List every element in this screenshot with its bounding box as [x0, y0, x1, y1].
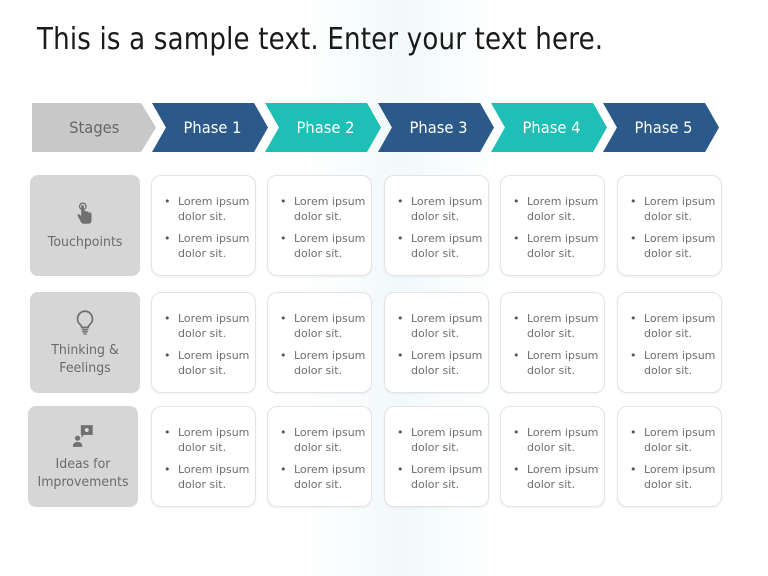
bullet-list: Lorem ipsum dolor sit. Lorem ipsum dolor … — [513, 194, 607, 268]
row-label: Touchpoints — [47, 233, 123, 250]
bullet-list: Lorem ipsum dolor sit. Lorem ipsum dolor … — [164, 194, 258, 268]
bullet-list: Lorem ipsum dolor sit. Lorem ipsum dolor … — [630, 311, 724, 385]
phase-label: Phase 3 — [409, 118, 468, 137]
phase-label: Phase 2 — [296, 118, 355, 137]
bullet-item: Lorem ipsum dolor sit. — [397, 425, 491, 455]
phase-label: Phase 5 — [634, 118, 693, 137]
content-cell: Lorem ipsum dolor sit. Lorem ipsum dolor … — [617, 292, 722, 393]
bullet-item: Lorem ipsum dolor sit. — [164, 462, 258, 492]
bullet-item: Lorem ipsum dolor sit. — [630, 231, 724, 261]
lightbulb-icon — [76, 309, 94, 335]
row-header-thinking-feelings: Thinking & Feelings — [30, 292, 140, 393]
content-cell: Lorem ipsum dolor sit. Lorem ipsum dolor … — [267, 175, 372, 276]
stages-label: Stages — [68, 118, 120, 137]
bullet-item: Lorem ipsum dolor sit. — [280, 311, 374, 341]
bullet-item: Lorem ipsum dolor sit. — [164, 425, 258, 455]
content-cell: Lorem ipsum dolor sit. Lorem ipsum dolor … — [151, 406, 256, 507]
phase-4-header: Phase 4 — [491, 103, 607, 152]
content-cell: Lorem ipsum dolor sit. Lorem ipsum dolor … — [500, 292, 605, 393]
bullet-item: Lorem ipsum dolor sit. — [397, 194, 491, 224]
bullet-list: Lorem ipsum dolor sit. Lorem ipsum dolor … — [630, 425, 724, 499]
bullet-item: Lorem ipsum dolor sit. — [164, 311, 258, 341]
bullet-list: Lorem ipsum dolor sit. Lorem ipsum dolor … — [280, 425, 374, 499]
content-cell: Lorem ipsum dolor sit. Lorem ipsum dolor … — [617, 406, 722, 507]
bullet-list: Lorem ipsum dolor sit. Lorem ipsum dolor … — [164, 311, 258, 385]
phase-label: Phase 4 — [522, 118, 581, 137]
phase-5-header: Phase 5 — [603, 103, 719, 152]
content-cell: Lorem ipsum dolor sit. Lorem ipsum dolor … — [384, 175, 489, 276]
bullet-list: Lorem ipsum dolor sit. Lorem ipsum dolor … — [630, 194, 724, 268]
bullet-item: Lorem ipsum dolor sit. — [630, 311, 724, 341]
content-cell: Lorem ipsum dolor sit. Lorem ipsum dolor … — [384, 406, 489, 507]
bullet-item: Lorem ipsum dolor sit. — [397, 231, 491, 261]
bullet-list: Lorem ipsum dolor sit. Lorem ipsum dolor … — [397, 425, 491, 499]
touch-hand-icon — [77, 202, 92, 224]
row-header-ideas-improvements: Ideas for Improvements — [28, 406, 138, 507]
bullet-item: Lorem ipsum dolor sit. — [630, 462, 724, 492]
bullet-item: Lorem ipsum dolor sit. — [630, 348, 724, 378]
person-idea-icon — [72, 424, 93, 447]
slide-title: This is a sample text. Enter your text h… — [37, 22, 604, 57]
bullet-item: Lorem ipsum dolor sit. — [280, 348, 374, 378]
phase-2-header: Phase 2 — [265, 103, 381, 152]
content-cell: Lorem ipsum dolor sit. Lorem ipsum dolor … — [267, 406, 372, 507]
bullet-list: Lorem ipsum dolor sit. Lorem ipsum dolor … — [397, 194, 491, 268]
content-cell: Lorem ipsum dolor sit. Lorem ipsum dolor … — [151, 175, 256, 276]
bullet-item: Lorem ipsum dolor sit. — [630, 425, 724, 455]
bullet-item: Lorem ipsum dolor sit. — [164, 194, 258, 224]
row-header-touchpoints: Touchpoints — [30, 175, 140, 276]
bullet-item: Lorem ipsum dolor sit. — [630, 194, 724, 224]
row-label: Thinking & Feelings — [51, 341, 119, 376]
bullet-list: Lorem ipsum dolor sit. Lorem ipsum dolor … — [397, 311, 491, 385]
bullet-item: Lorem ipsum dolor sit. — [397, 348, 491, 378]
content-cell: Lorem ipsum dolor sit. Lorem ipsum dolor … — [500, 175, 605, 276]
bullet-item: Lorem ipsum dolor sit. — [164, 231, 258, 261]
bullet-item: Lorem ipsum dolor sit. — [280, 231, 374, 261]
bullet-list: Lorem ipsum dolor sit. Lorem ipsum dolor … — [280, 194, 374, 268]
bullet-list: Lorem ipsum dolor sit. Lorem ipsum dolor … — [280, 311, 374, 385]
bullet-item: Lorem ipsum dolor sit. — [513, 425, 607, 455]
phase-1-header: Phase 1 — [152, 103, 268, 152]
bullet-item: Lorem ipsum dolor sit. — [513, 462, 607, 492]
bullet-list: Lorem ipsum dolor sit. Lorem ipsum dolor … — [164, 425, 258, 499]
phase-3-header: Phase 3 — [378, 103, 494, 152]
content-cell: Lorem ipsum dolor sit. Lorem ipsum dolor … — [500, 406, 605, 507]
content-cell: Lorem ipsum dolor sit. Lorem ipsum dolor … — [617, 175, 722, 276]
phase-label: Phase 1 — [183, 118, 242, 137]
bullet-item: Lorem ipsum dolor sit. — [164, 348, 258, 378]
bullet-item: Lorem ipsum dolor sit. — [513, 311, 607, 341]
bullet-item: Lorem ipsum dolor sit. — [397, 462, 491, 492]
bullet-item: Lorem ipsum dolor sit. — [280, 425, 374, 455]
bullet-list: Lorem ipsum dolor sit. Lorem ipsum dolor … — [513, 425, 607, 499]
bullet-item: Lorem ipsum dolor sit. — [513, 231, 607, 261]
stages-header: Stages — [32, 103, 156, 152]
content-cell: Lorem ipsum dolor sit. Lorem ipsum dolor … — [151, 292, 256, 393]
bullet-list: Lorem ipsum dolor sit. Lorem ipsum dolor … — [513, 311, 607, 385]
row-label: Ideas for Improvements — [37, 455, 129, 490]
content-cell: Lorem ipsum dolor sit. Lorem ipsum dolor … — [384, 292, 489, 393]
bullet-item: Lorem ipsum dolor sit. — [397, 311, 491, 341]
content-cell: Lorem ipsum dolor sit. Lorem ipsum dolor … — [267, 292, 372, 393]
bullet-item: Lorem ipsum dolor sit. — [513, 348, 607, 378]
bullet-item: Lorem ipsum dolor sit. — [280, 462, 374, 492]
bullet-item: Lorem ipsum dolor sit. — [513, 194, 607, 224]
bullet-item: Lorem ipsum dolor sit. — [280, 194, 374, 224]
